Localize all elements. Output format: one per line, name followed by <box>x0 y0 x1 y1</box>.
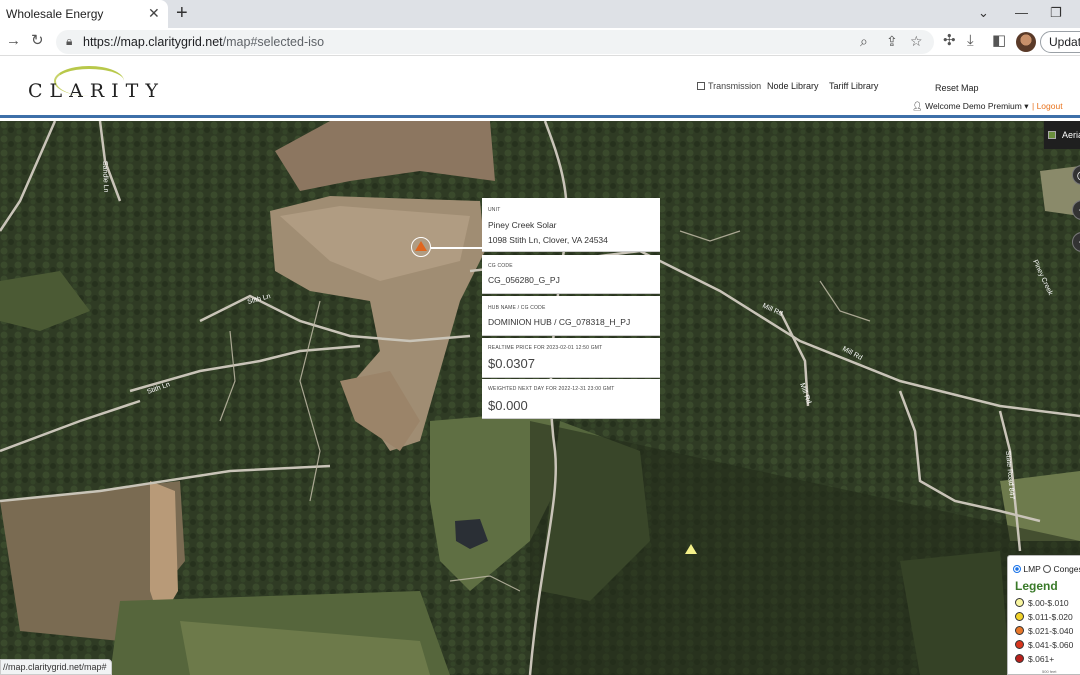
realtime-price-card: REALTIME PRICE FOR 2023-02-01 12:50 GMT … <box>482 338 660 378</box>
welcome-text: Welcome Demo Premium <box>925 101 1022 111</box>
realtime-price-value: $0.0307 <box>488 356 535 371</box>
download-icon[interactable]: ⤓ <box>967 32 974 50</box>
legend-item-label: $.00-$.010 <box>1028 598 1069 608</box>
next-day-price-value: $0.000 <box>488 398 528 413</box>
update-button[interactable]: Update <box>1040 31 1080 53</box>
legend-item: $.011-$.020 <box>1015 612 1073 622</box>
forward-icon[interactable]: → <box>6 32 21 50</box>
legend-item: $.061+ <box>1015 654 1054 664</box>
app-header: CLARITY Transmission Node Library Tariff… <box>0 56 1080 118</box>
layer-icon <box>1048 131 1056 139</box>
restore-icon[interactable]: ❐ <box>1050 5 1062 21</box>
browser-toolbar: → ↻ 🔒︎ https://map.claritygrid.net/map#s… <box>0 28 1080 56</box>
url-host: https://map.claritygrid.net <box>83 35 223 49</box>
hub-card: HUB Name / CG CODE DOMINION HUB / CG_078… <box>482 296 660 336</box>
legend-mode-toggle: LMP Conges <box>1013 564 1080 574</box>
browser-tab-bar: Wholesale Energy ✕ + ⌄ — ❐ <box>0 0 1080 28</box>
cg-code-card: CG CODE CG_056280_G_PJ <box>482 255 660 294</box>
transmission-label[interactable]: Transmission <box>708 81 761 91</box>
price-node-marker-icon[interactable] <box>685 544 697 554</box>
user-icon: 👤︎ <box>912 101 923 111</box>
unit-caption: UNIT <box>488 207 501 213</box>
user-menu[interactable]: 👤︎ Welcome Demo Premium ▾ <box>912 101 1029 112</box>
logo-text: CLARITY <box>28 80 165 102</box>
legend-item: $.00-$.010 <box>1015 598 1069 608</box>
congestion-radio[interactable] <box>1043 565 1052 573</box>
clarity-logo[interactable]: CLARITY <box>26 66 206 106</box>
legend-swatch <box>1015 598 1024 607</box>
address-bar[interactable]: 🔒︎ https://map.claritygrid.net/map#selec… <box>56 30 934 54</box>
legend-title: Legend <box>1015 579 1058 593</box>
new-tab-icon[interactable]: + <box>176 3 188 23</box>
map-canvas[interactable]: Mill Rd Mill Rd Mill Rd Stith Ln Stith L… <box>0 121 1080 675</box>
legend-item-label: $.011-$.020 <box>1028 612 1073 622</box>
share-icon[interactable]: ⇪ <box>886 33 898 50</box>
unit-card: UNIT Piney Creek Solar 1098 Stith Ln, Cl… <box>482 198 660 252</box>
legend-item: $.021-$.040 <box>1015 626 1073 636</box>
realtime-price-caption: REALTIME PRICE FOR 2023-02-01 12:50 GMT <box>488 345 603 351</box>
congestion-label[interactable]: Conges <box>1053 564 1080 574</box>
browser-tab[interactable]: Wholesale Energy ✕ <box>0 0 168 28</box>
legend-item-label: $.041-$.060 <box>1028 640 1074 650</box>
solar-unit-marker-icon[interactable] <box>415 241 427 251</box>
tariff-library-link[interactable]: Tariff Library <box>829 81 878 91</box>
hub-value: DOMINION HUB / CG_078318_H_PJ <box>488 317 631 327</box>
next-day-price-card: WEIGHTED NEXT DAY FOR 2022-12-31 23:00 G… <box>482 379 660 419</box>
aerial-layer-toggle[interactable]: Aerial <box>1044 121 1080 149</box>
road-label: Sandle Ln <box>101 161 109 193</box>
legend-swatch <box>1015 612 1024 621</box>
hub-caption: HUB Name / CG CODE <box>488 305 546 311</box>
reload-icon[interactable]: ↻ <box>31 32 44 50</box>
legend-item: $.041-$.060 <box>1015 640 1073 650</box>
zoom-icon[interactable]: ⌕ <box>860 33 868 50</box>
status-url: //map.claritygrid.net/map# <box>0 659 112 675</box>
cg-code-value: CG_056280_G_PJ <box>488 275 560 285</box>
unit-name: Piney Creek Solar <box>488 220 557 230</box>
url-path: /map#selected-iso <box>222 35 325 49</box>
profile-avatar[interactable] <box>1016 32 1036 52</box>
bookmark-star-icon[interactable]: ☆ <box>910 33 923 50</box>
caret-down-icon: ▾ <box>1024 101 1029 111</box>
url-text: https://map.claritygrid.net/map#selected… <box>83 35 324 49</box>
close-tab-icon[interactable]: ✕ <box>148 5 160 21</box>
legend-swatch <box>1015 626 1024 635</box>
next-day-caption: WEIGHTED NEXT DAY FOR 2022-12-31 23:00 G… <box>488 386 615 392</box>
legend-item-label: $.021-$.040 <box>1028 626 1074 636</box>
extensions-icon[interactable]: ✣ <box>943 32 956 50</box>
cg-code-caption: CG CODE <box>488 263 513 269</box>
side-panel-icon[interactable]: ◧ <box>992 32 1006 50</box>
lmp-label[interactable]: LMP <box>1023 564 1040 574</box>
scale-note: 500 feet <box>1042 669 1057 674</box>
popup-leader-line <box>431 247 482 249</box>
layer-label: Aerial <box>1062 130 1080 140</box>
legend-swatch <box>1015 640 1024 649</box>
price-legend: LMP Conges Legend $.00-$.010 $.011-$.020… <box>1007 555 1080 675</box>
tab-title: Wholesale Energy <box>6 7 104 21</box>
chevron-down-icon[interactable]: ⌄ <box>978 5 989 21</box>
transmission-checkbox[interactable] <box>697 82 705 90</box>
logout-link[interactable]: | Logout <box>1032 101 1063 111</box>
reset-map-link[interactable]: Reset Map <box>935 83 979 93</box>
node-library-link[interactable]: Node Library <box>767 81 819 91</box>
unit-address: 1098 Stith Ln, Clover, VA 24534 <box>488 235 608 245</box>
legend-swatch <box>1015 654 1024 663</box>
minimize-icon[interactable]: — <box>1015 5 1028 20</box>
lock-icon[interactable]: 🔒︎ <box>66 34 72 49</box>
lmp-radio[interactable] <box>1013 565 1021 573</box>
legend-item-label: $.061+ <box>1028 654 1055 664</box>
